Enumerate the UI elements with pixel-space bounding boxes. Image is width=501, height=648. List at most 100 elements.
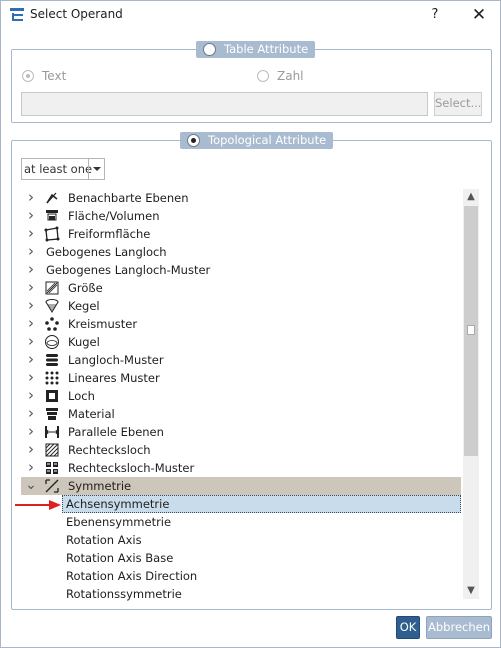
- tree-item[interactable]: › Größe: [21, 279, 461, 297]
- chevron-right-icon[interactable]: ›: [25, 280, 37, 295]
- tree-child-label: Rotationssymmetrie: [66, 587, 182, 601]
- title-bar: Select Operand ? ✕: [1, 1, 500, 31]
- tree-scrollbar[interactable]: ▲ ▼: [463, 189, 479, 599]
- text-radio[interactable]: Text: [22, 69, 66, 83]
- tree-item[interactable]: › Rechtecksloch-Muster: [21, 459, 461, 477]
- table-attribute-label: Table Attribute: [224, 42, 309, 56]
- close-button[interactable]: ✕: [467, 5, 491, 27]
- adjacent-planes-icon: [46, 192, 58, 204]
- tree-item[interactable]: › Kugel: [21, 333, 461, 351]
- scroll-down-icon[interactable]: ▼: [463, 583, 479, 599]
- tree-item-label: Rechtecksloch-Muster: [68, 461, 195, 475]
- tree-child-label: Achsensymmetrie: [66, 497, 170, 511]
- chevron-down-icon[interactable]: [88, 159, 104, 179]
- zahl-radio[interactable]: Zahl: [257, 69, 304, 83]
- tree-item-label: Kegel: [68, 299, 100, 313]
- tree-item[interactable]: › Kegel: [21, 297, 461, 315]
- symmetry-icon: [45, 479, 59, 493]
- chevron-right-icon[interactable]: ›: [25, 388, 37, 403]
- tree-item[interactable]: › Loch: [21, 387, 461, 405]
- chevron-right-icon[interactable]: ›: [25, 406, 37, 421]
- chevron-right-icon[interactable]: ›: [25, 334, 37, 349]
- topological-attribute-legend[interactable]: Topological Attribute: [180, 132, 334, 149]
- window-title: Select Operand: [30, 7, 123, 21]
- tree-child-item[interactable]: Rotation Axis Base: [21, 549, 461, 567]
- tree-item[interactable]: › Material: [21, 405, 461, 423]
- tree-item[interactable]: › Benachbarte Ebenen: [21, 189, 461, 207]
- chevron-down-icon[interactable]: ⌄: [25, 478, 37, 492]
- scroll-up-icon[interactable]: ▲: [463, 189, 479, 205]
- tree-item-label: Parallele Ebenen: [68, 425, 164, 439]
- chevron-right-icon[interactable]: ›: [25, 208, 37, 223]
- tree-child-item[interactable]: Rotationssymmetrie: [21, 585, 461, 603]
- circular-pattern-icon: [45, 317, 59, 331]
- tree-item-label: Gebogenes Langloch: [46, 245, 167, 259]
- tree-item-label: Benachbarte Ebenen: [68, 191, 189, 205]
- chevron-right-icon[interactable]: ›: [25, 226, 37, 241]
- tree-item-label: Fläche/Volumen: [68, 209, 160, 223]
- zahl-radio-circle[interactable]: [257, 70, 269, 82]
- tree-item-label: Kreismuster: [68, 317, 138, 331]
- chevron-right-icon[interactable]: ›: [25, 190, 37, 205]
- chevron-right-icon[interactable]: ›: [25, 352, 37, 367]
- topological-attribute-label: Topological Attribute: [208, 133, 327, 147]
- hole-icon: [46, 390, 58, 402]
- freeform-surface-icon: [44, 226, 60, 242]
- tree-child-label: Rotation Axis Base: [66, 551, 174, 565]
- chevron-right-icon[interactable]: ›: [25, 370, 37, 385]
- chevron-right-icon[interactable]: ›: [25, 298, 37, 313]
- tree-item-label: Langloch-Muster: [68, 353, 164, 367]
- tree-child-label: Rotation Axis Direction: [66, 569, 198, 583]
- tree-item[interactable]: › Freiformfläche: [21, 225, 461, 243]
- text-radio-circle[interactable]: [22, 70, 34, 82]
- rectangular-hole-pattern-icon: [46, 462, 58, 474]
- tree-item[interactable]: › Lineares Muster: [21, 369, 461, 387]
- quantifier-value: at least one: [24, 162, 93, 176]
- tree-view-icon: [10, 8, 24, 21]
- tree-child-item[interactable]: Rotation Axis: [21, 531, 461, 549]
- select-button[interactable]: Select...: [434, 92, 482, 116]
- table-attribute-radio[interactable]: [203, 43, 216, 56]
- attribute-tree[interactable]: › Benachbarte Ebenen › Fläche/Volumen › Freif…: [21, 189, 463, 605]
- tree-item[interactable]: › Fläche/Volumen: [21, 207, 461, 225]
- chevron-right-icon[interactable]: ›: [25, 460, 37, 475]
- tree-item-label: Freiformfläche: [68, 227, 151, 241]
- help-button[interactable]: ?: [425, 5, 445, 25]
- tree-item[interactable]: › Kreismuster: [21, 315, 461, 333]
- tree-item-label: Größe: [68, 281, 103, 295]
- linear-pattern-icon: [45, 371, 59, 385]
- chevron-right-icon[interactable]: ›: [25, 244, 37, 259]
- chevron-right-icon[interactable]: ›: [25, 424, 37, 439]
- tree-item[interactable]: › Rechtecksloch: [21, 441, 461, 459]
- area-volume-icon: [46, 210, 58, 221]
- tree-item[interactable]: › Parallele Ebenen: [21, 423, 461, 441]
- quantifier-dropdown[interactable]: at least one: [21, 158, 105, 180]
- tree-item-label: Loch: [68, 389, 95, 403]
- chevron-right-icon[interactable]: ›: [25, 442, 37, 457]
- tree-item[interactable]: › Langloch-Muster: [21, 351, 461, 369]
- red-arrow-icon: [15, 500, 61, 510]
- tree-child-label: Rotation Axis: [66, 533, 142, 547]
- tree-item[interactable]: › Gebogenes Langloch: [21, 243, 461, 261]
- tree-item-label: Symmetrie: [68, 479, 132, 493]
- tree-child-item[interactable]: Achsensymmetrie: [62, 495, 461, 513]
- material-icon: [46, 408, 58, 420]
- tree-item-label: Material: [68, 407, 115, 421]
- chevron-right-icon[interactable]: ›: [25, 262, 37, 277]
- tree-item[interactable]: › Gebogenes Langloch-Muster: [21, 261, 461, 279]
- tree-item-label: Rechtecksloch: [68, 443, 151, 457]
- table-attribute-legend[interactable]: Table Attribute: [196, 41, 316, 58]
- parallel-planes-icon: [45, 426, 59, 438]
- zahl-radio-label: Zahl: [277, 69, 304, 83]
- attribute-input[interactable]: [21, 92, 428, 116]
- tree-child-item[interactable]: Rotation Axis Direction: [21, 567, 461, 585]
- cancel-button[interactable]: Abbrechen: [426, 616, 492, 639]
- cone-icon: [45, 299, 59, 313]
- topological-attribute-radio[interactable]: [187, 134, 200, 147]
- tree-item[interactable]: ⌄ Symmetrie: [21, 477, 461, 495]
- text-radio-label: Text: [42, 69, 67, 83]
- ok-button[interactable]: OK: [396, 616, 420, 639]
- tree-item-label: Gebogenes Langloch-Muster: [46, 263, 211, 277]
- tree-child-item[interactable]: Ebenensymmetrie: [21, 513, 461, 531]
- chevron-right-icon[interactable]: ›: [25, 316, 37, 331]
